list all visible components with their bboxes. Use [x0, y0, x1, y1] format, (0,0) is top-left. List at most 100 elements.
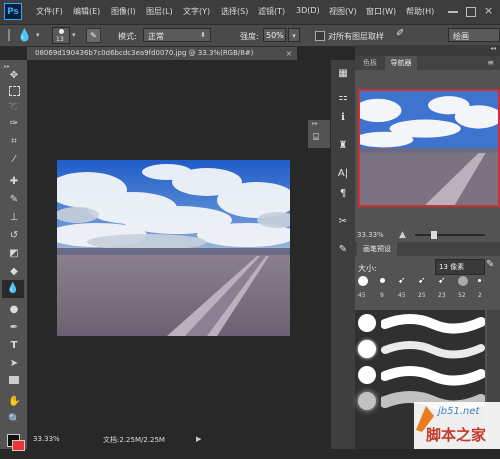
properties-panel-icon[interactable]: ⚏ — [337, 92, 349, 104]
brush-size-input[interactable]: 13 像素 — [435, 259, 485, 275]
close-window-icon[interactable]: × — [484, 4, 493, 17]
slider-handle[interactable] — [431, 231, 437, 239]
chevron-down-icon[interactable]: ▾ — [36, 31, 40, 39]
mode-label: 模式: — [118, 32, 137, 41]
brush-panel-toggle-icon[interactable]: ✎ — [86, 28, 101, 43]
collapse-arrows-icon[interactable]: ◂◂ — [490, 45, 496, 52]
menu-type[interactable]: 文字(Y) — [183, 6, 210, 17]
tool-presets-icon[interactable]: ⌸ — [313, 132, 319, 143]
eraser-tool-icon[interactable]: ◩ — [8, 248, 20, 260]
background-color-swatch[interactable] — [12, 440, 25, 451]
brush-tip-icon[interactable]: ➹ — [438, 276, 446, 286]
brush-options-icon[interactable]: ✎ — [486, 259, 494, 270]
status-menu-arrow-icon[interactable]: ▶ — [196, 435, 201, 443]
minimize-icon[interactable] — [448, 11, 458, 13]
brush-tip-icon[interactable] — [358, 340, 376, 358]
quick-select-tool-icon[interactable]: ✑ — [8, 118, 20, 130]
maximize-icon[interactable] — [466, 7, 476, 17]
brush-tip-icon[interactable]: ➹ — [398, 276, 406, 286]
menu-view[interactable]: 视图(V) — [329, 6, 357, 17]
healing-brush-tool-icon[interactable]: ✚ — [8, 176, 20, 188]
tools-preset-panel-icon[interactable]: ✂ — [337, 216, 349, 228]
pressure-pen-icon[interactable]: ✐ — [396, 28, 410, 42]
brush-tip-icon[interactable] — [358, 276, 368, 286]
clone-source-panel-icon[interactable]: ♜ — [337, 140, 349, 152]
collapse-arrows-icon[interactable]: ▸▸ — [312, 120, 318, 127]
info-panel-icon[interactable]: ℹ — [337, 112, 349, 124]
eyedropper-tool-icon[interactable]: ⁄ — [8, 154, 20, 166]
mode-select[interactable]: 正常 ⬍ — [143, 28, 211, 42]
document-tab[interactable]: 08069d190436b7c0d6bcdc3ea9fd0070.jpg @ 3… — [27, 47, 297, 60]
type-tool-icon[interactable]: T — [8, 340, 20, 352]
brush-tip-icon[interactable] — [380, 278, 385, 283]
brush-tool-icon[interactable]: ✎ — [8, 194, 20, 206]
blur-tool-icon[interactable]: 💧 — [2, 280, 24, 298]
navigator-zoom-slider[interactable] — [415, 234, 485, 236]
collapse-arrows-icon[interactable]: ▸▸ — [4, 63, 10, 70]
collapsed-panel-dock: ▸▸ ⌸ — [308, 120, 330, 148]
brush-size-picker[interactable]: 13 — [52, 27, 70, 44]
history-panel-icon[interactable]: ▦ — [337, 68, 349, 80]
crop-tool-icon[interactable]: ⌗ — [8, 136, 20, 148]
brush-tip-icon[interactable] — [358, 392, 376, 410]
navigator-preview[interactable] — [358, 89, 500, 207]
history-brush-tool-icon[interactable]: ↺ — [8, 230, 20, 242]
document-image[interactable] — [57, 160, 290, 336]
brush-tip-icon[interactable] — [478, 279, 481, 282]
brush-tip-size: 23 — [438, 292, 446, 299]
brush-tip-icon[interactable] — [458, 276, 468, 286]
blur-tool-preset-icon[interactable]: 💧 — [17, 28, 32, 42]
navigator-tabs: 色板 导航器 ≡ — [355, 56, 500, 70]
sample-all-layers-label: 对所有图层取样 — [328, 32, 384, 41]
tab-swatches[interactable]: 色板 — [357, 56, 383, 70]
strength-input[interactable]: 50% — [263, 28, 286, 42]
brush-panel-icon[interactable]: ✎ — [337, 244, 349, 256]
clone-stamp-tool-icon[interactable]: ⊥ — [8, 212, 20, 224]
brush-preset-tabs: 画笔预设 — [355, 242, 500, 256]
menu-help[interactable]: 帮助(H) — [406, 6, 434, 17]
navigator-thumbnail-image — [360, 91, 498, 205]
paragraph-panel-icon[interactable]: ¶ — [337, 188, 349, 200]
workspace-value: 绘画 — [453, 32, 469, 41]
sample-all-layers-checkbox[interactable] — [315, 31, 325, 41]
lasso-tool-icon[interactable]: ➰ — [8, 102, 20, 114]
menu-3d[interactable]: 3D(D) — [296, 6, 320, 15]
brush-preset-tips: 45 9 ➹ 45 ➹ 25 ➹ 23 52 2 — [358, 276, 498, 308]
menu-layer[interactable]: 图层(L) — [146, 6, 173, 17]
zoom-out-icon[interactable]: ▲ — [399, 230, 406, 240]
menu-edit[interactable]: 编辑(E) — [73, 6, 100, 17]
navigator-zoom-value[interactable]: 33.33% — [357, 231, 384, 239]
hand-tool-icon[interactable]: ✋ — [8, 396, 20, 408]
zoom-level[interactable]: 33.33% — [33, 435, 60, 443]
tab-brush-presets[interactable]: 画笔预设 — [357, 242, 397, 256]
pen-tool-icon[interactable]: ✒ — [8, 322, 20, 334]
brush-tip-icon[interactable] — [358, 314, 376, 332]
panel-menu-icon[interactable]: ≡ — [487, 58, 494, 67]
brush-tip-icon[interactable] — [358, 366, 376, 384]
move-tool-icon[interactable]: ✥ — [8, 70, 20, 82]
options-bar: 💧 ▾ 13 ▾ ✎ 模式: 正常 ⬍ 强度: 50% ▾ 对所有图层取样 ✐ … — [0, 24, 500, 47]
rectangle-tool-icon[interactable] — [9, 376, 19, 384]
select-arrows-icon: ⬍ — [200, 31, 206, 39]
menu-file[interactable]: 文件(F) — [36, 6, 63, 17]
character-panel-icon[interactable]: A| — [337, 168, 349, 180]
brush-tip-size: 2 — [478, 292, 482, 299]
marquee-tool-icon[interactable] — [9, 86, 20, 96]
path-selection-tool-icon[interactable]: ➤ — [8, 358, 20, 370]
paint-bucket-tool-icon[interactable]: ◆ — [8, 266, 20, 278]
zoom-tool-icon[interactable]: 🔍 — [8, 414, 20, 426]
menu-window[interactable]: 窗口(W) — [366, 6, 396, 17]
strength-dropdown-icon[interactable]: ▾ — [288, 28, 300, 42]
brush-tip-size: 45 — [358, 292, 366, 299]
menu-filter[interactable]: 滤镜(T) — [258, 6, 285, 17]
status-bar: 33.33% 文档:2.25M/2.25M ▶ — [28, 430, 330, 449]
strength-value: 50% — [266, 31, 284, 40]
workspace-select[interactable]: 绘画 — [448, 28, 500, 42]
dodge-tool-icon[interactable]: ● — [8, 304, 20, 316]
brush-tip-icon[interactable]: ➹ — [418, 276, 426, 286]
tab-navigator[interactable]: 导航器 — [385, 56, 417, 70]
close-icon[interactable]: × — [282, 47, 296, 60]
menu-image[interactable]: 图像(I) — [111, 6, 136, 17]
menu-select[interactable]: 选择(S) — [221, 6, 248, 17]
chevron-down-icon[interactable]: ▾ — [72, 31, 76, 39]
